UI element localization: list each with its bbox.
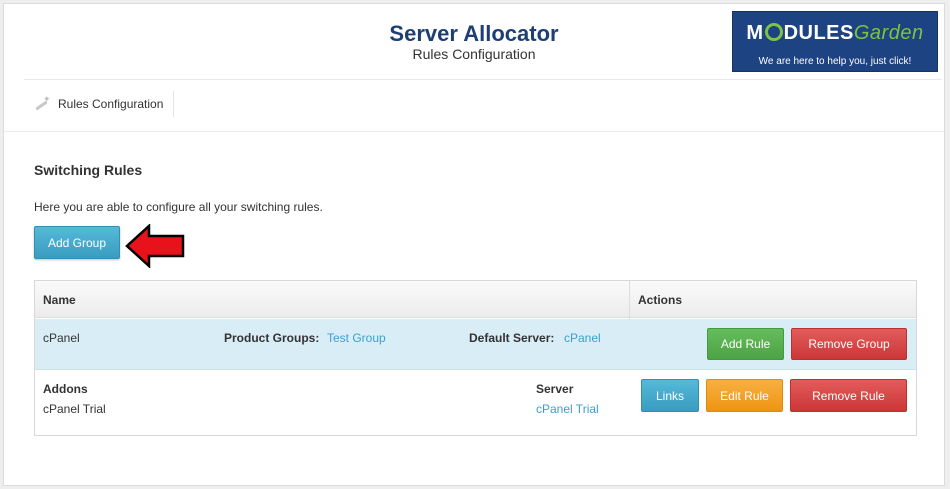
divider (4, 131, 944, 132)
default-server-link[interactable]: cPanel (564, 331, 601, 345)
logo-text-garden: Garden (853, 22, 924, 44)
addons-label: Addons (43, 382, 88, 396)
modulesgarden-logo[interactable]: M DULESGarden We are here to help you, ju… (732, 11, 938, 72)
server-label: Server (536, 382, 574, 396)
red-arrow-icon (125, 224, 185, 268)
rules-table: Name Actions cPanel Product Groups: Test… (34, 280, 917, 436)
section-title: Switching Rules (34, 162, 143, 178)
table-header: Name Actions (35, 281, 916, 318)
remove-rule-button[interactable]: Remove Rule (790, 379, 907, 412)
app-frame: Server Allocator Rules Configuration M DU… (3, 3, 945, 486)
server-link[interactable]: cPanel Trial (536, 402, 599, 416)
add-rule-button[interactable]: Add Rule (707, 328, 784, 360)
gear-icon (764, 23, 783, 41)
default-server-label: Default Server: (469, 331, 555, 345)
links-button[interactable]: Links (641, 379, 699, 412)
nav-item-rules-configuration[interactable]: Rules Configuration (24, 91, 175, 117)
product-groups-label: Product Groups: (224, 331, 320, 345)
add-group-button[interactable]: Add Group (34, 226, 120, 259)
product-groups-link[interactable]: Test Group (327, 331, 386, 345)
logo-tagline: We are here to help you, just click! (758, 56, 912, 67)
addons-value: cPanel Trial (43, 402, 106, 416)
column-header-name: Name (43, 293, 76, 307)
logo-wordmark: M DULESGarden (733, 22, 937, 45)
edit-rule-button[interactable]: Edit Rule (706, 379, 783, 412)
wand-icon (34, 94, 51, 111)
column-header-actions: Actions (638, 293, 683, 307)
nav-item-label: Rules Configuration (58, 97, 164, 111)
table-row-group: cPanel Product Groups: Test Group Defaul… (35, 319, 916, 370)
logo-text-dules: DULES (783, 22, 854, 44)
group-name: cPanel (43, 331, 80, 345)
table-row-rule: Addons cPanel Trial Server cPanel Trial … (35, 370, 916, 435)
remove-group-button[interactable]: Remove Group (791, 328, 907, 360)
top-nav: Rules Configuration (24, 81, 942, 131)
logo-text-m: M (746, 22, 764, 44)
section-description: Here you are able to configure all your … (34, 200, 323, 214)
